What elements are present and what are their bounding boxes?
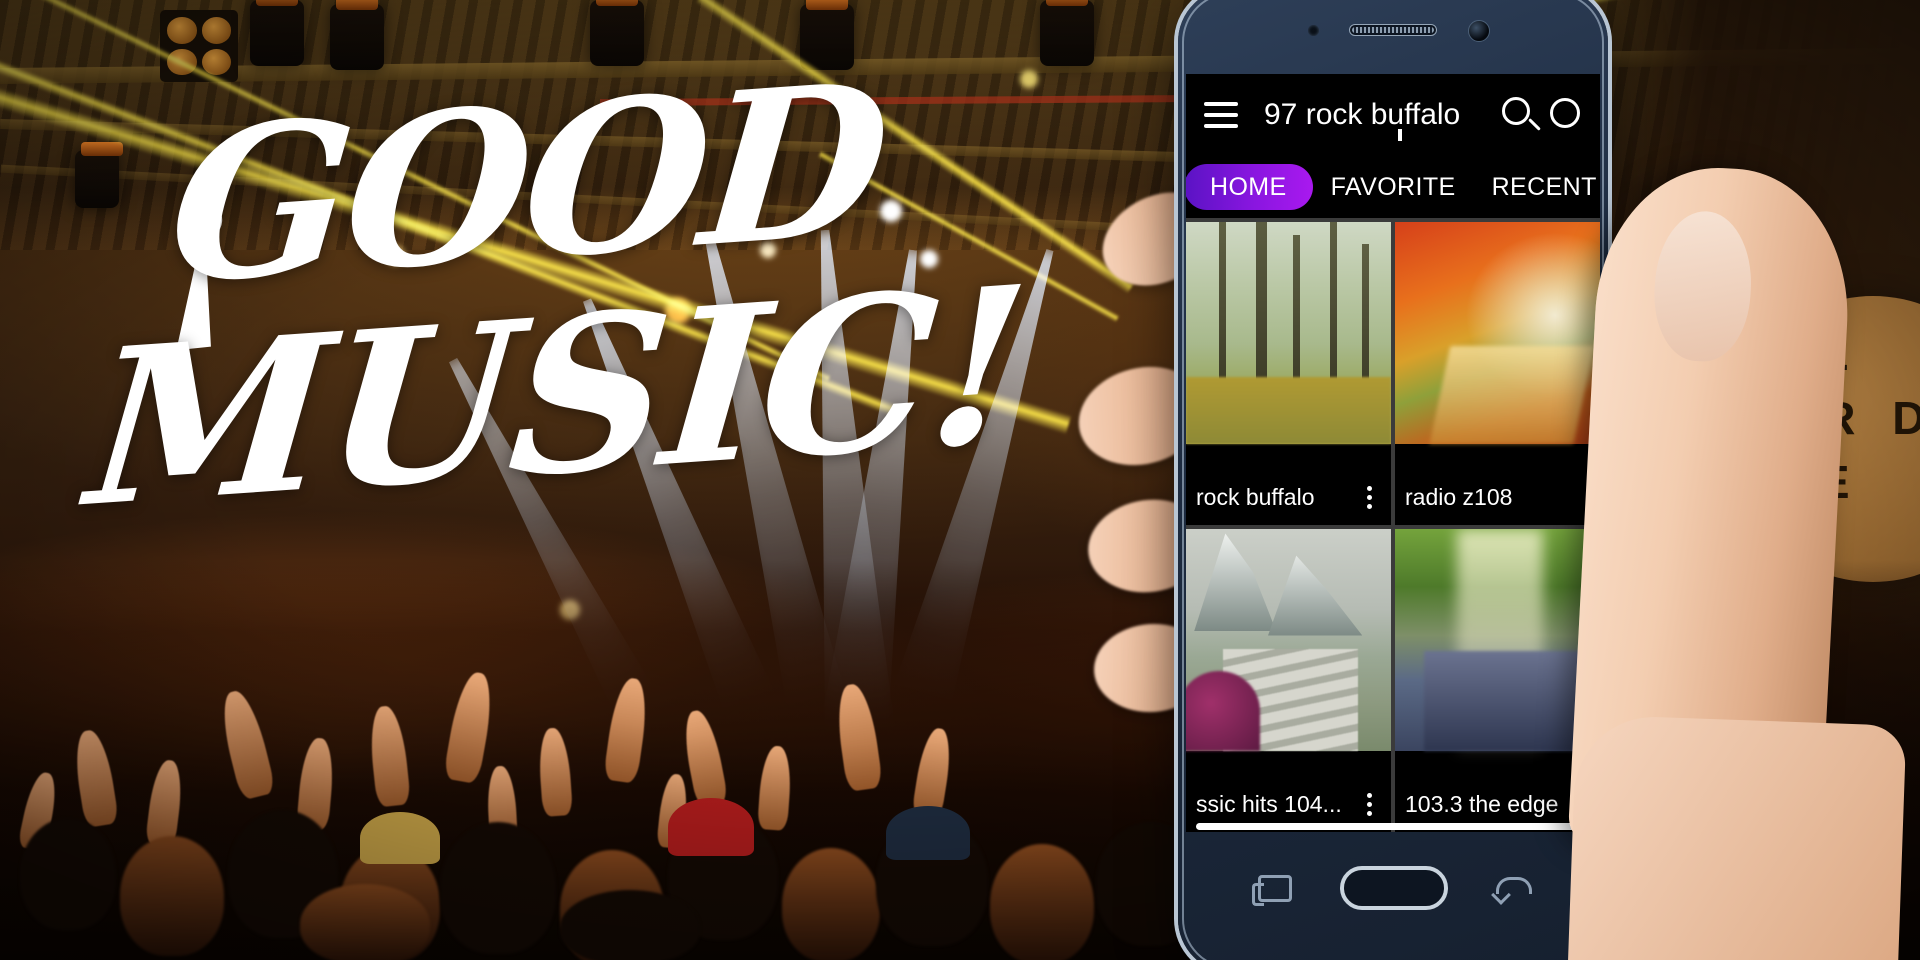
station-card[interactable]: ssic hits 104...: [1186, 529, 1391, 832]
station-card[interactable]: 103.3 the edge: [1395, 529, 1600, 832]
front-camera: [1468, 20, 1490, 42]
phone-screen: 97 rock buffalo HOME FAVORITE RECENT roc…: [1186, 74, 1600, 832]
back-icon[interactable]: [1496, 877, 1532, 899]
light-flare: [760, 242, 776, 258]
search-icon[interactable]: [1496, 92, 1542, 138]
station-thumbnail: [1395, 222, 1600, 444]
tab-recent[interactable]: RECENT: [1474, 164, 1600, 210]
station-card[interactable]: rock buffalo: [1186, 222, 1391, 525]
title-subscript-mark: [1398, 129, 1402, 141]
scroll-indicator[interactable]: [1196, 823, 1590, 830]
light-flare: [920, 250, 938, 268]
thumbnail-nail: [1650, 208, 1755, 364]
navy-cap: [886, 806, 970, 860]
station-thumbnail: [1186, 222, 1391, 444]
tab-bar: HOME FAVORITE RECENT: [1186, 156, 1600, 218]
yellow-cap: [360, 812, 440, 864]
promo-banner: L E A R D T E: [0, 0, 1920, 960]
station-caption: rock buffalo: [1186, 469, 1391, 525]
side-light: [75, 142, 123, 208]
hardware-nav-bar: [1178, 833, 1608, 960]
station-name: 103.3 the edge: [1405, 790, 1559, 817]
station-grid: rock buffalo radio z108 ssic hits 104...…: [1186, 218, 1600, 832]
station-card[interactable]: radio z108: [1395, 222, 1600, 525]
moving-head-light: [330, 0, 384, 70]
tab-favorite[interactable]: FAVORITE: [1313, 164, 1474, 210]
app-bar: 97 rock buffalo: [1186, 74, 1600, 156]
more-vertical-icon[interactable]: [1357, 792, 1381, 816]
hamburger-icon[interactable]: [1204, 102, 1238, 128]
station-name: radio z108: [1405, 483, 1513, 510]
palm: [1567, 714, 1907, 960]
moving-head-light: [590, 0, 644, 66]
moving-head-light: [800, 0, 854, 70]
station-name: ssic hits 104...: [1196, 790, 1342, 817]
proximity-sensor-icon: [1308, 25, 1319, 36]
earpiece-speaker: [1349, 24, 1437, 36]
station-name: rock buffalo: [1196, 483, 1315, 510]
light-flare: [880, 200, 902, 222]
station-thumbnail: [1395, 529, 1600, 751]
moving-head-light: [1040, 0, 1094, 66]
station-caption: radio z108: [1395, 469, 1600, 525]
app-title: 97 rock buffalo: [1264, 98, 1461, 131]
more-vertical-icon[interactable]: [1357, 485, 1381, 509]
station-thumbnail: [1186, 529, 1391, 751]
light-flare: [1020, 70, 1038, 88]
light-flare: [665, 298, 691, 324]
recents-icon[interactable]: [1252, 874, 1292, 906]
light-flare: [385, 245, 405, 265]
red-cap: [668, 798, 754, 856]
home-icon[interactable]: [1340, 866, 1448, 910]
smartphone-device: 97 rock buffalo HOME FAVORITE RECENT roc…: [1178, 0, 1608, 960]
tab-home[interactable]: HOME: [1186, 164, 1313, 210]
moving-head-light: [250, 0, 304, 66]
circle-icon[interactable]: [1542, 92, 1588, 138]
